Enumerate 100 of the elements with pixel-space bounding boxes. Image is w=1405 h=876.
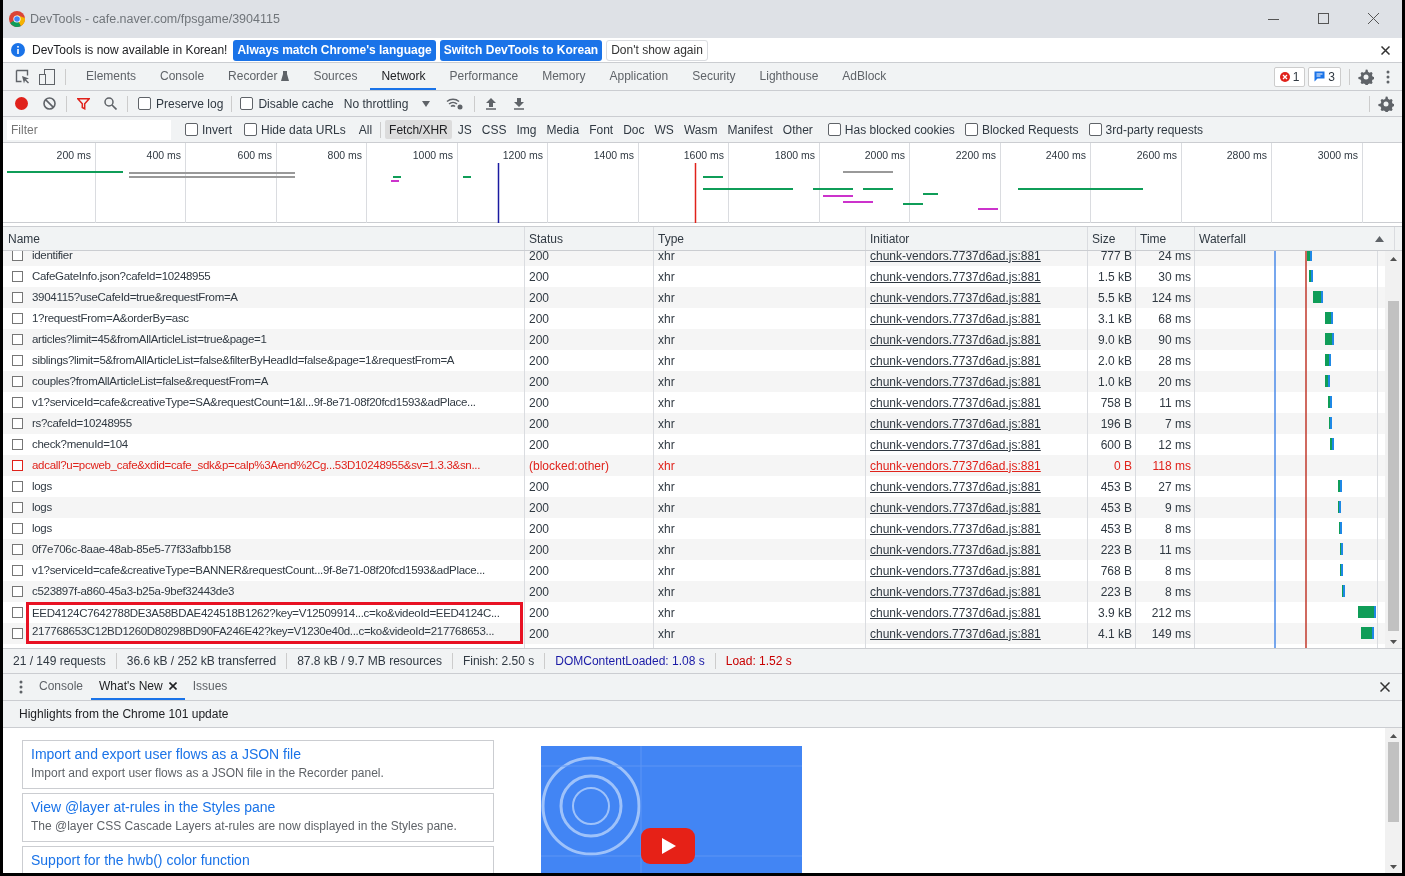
initiator-link[interactable]: chunk-vendors.7737d6ad.js:881: [870, 330, 1041, 349]
initiator-link[interactable]: chunk-vendors.7737d6ad.js:881: [870, 393, 1041, 412]
drawer-tab[interactable]: Console: [31, 674, 92, 700]
error-counter[interactable]: 1: [1273, 66, 1306, 87]
panel-tab[interactable]: Application: [598, 63, 680, 90]
type-filter-button[interactable]: Img: [512, 120, 541, 139]
type-filter-button[interactable]: Other: [778, 120, 817, 139]
initiator-link[interactable]: chunk-vendors.7737d6ad.js:881: [870, 309, 1041, 328]
row-checkbox[interactable]: [12, 418, 23, 429]
device-toolbar-icon[interactable]: [39, 68, 55, 85]
inspect-icon[interactable]: [15, 68, 31, 85]
initiator-link[interactable]: chunk-vendors.7737d6ad.js:881: [870, 540, 1041, 559]
upload-icon[interactable]: [485, 97, 498, 110]
column-header[interactable]: Status: [529, 229, 564, 248]
settings-icon[interactable]: [1358, 68, 1374, 85]
panel-tab[interactable]: Elements: [75, 63, 148, 90]
row-checkbox[interactable]: [12, 271, 23, 282]
checkbox[interactable]: Hide data URLs: [244, 120, 346, 139]
panel-tab[interactable]: Security: [681, 63, 747, 90]
initiator-link[interactable]: chunk-vendors.7737d6ad.js:881: [870, 582, 1041, 601]
drawer-tab[interactable]: Issues: [184, 674, 236, 700]
row-checkbox[interactable]: [12, 355, 23, 366]
row-checkbox[interactable]: [12, 544, 23, 555]
type-filter-button[interactable]: Media: [542, 120, 584, 139]
close-icon[interactable]: [168, 682, 177, 690]
row-checkbox[interactable]: [12, 251, 23, 261]
scroll-down-icon[interactable]: [1390, 865, 1397, 869]
panel-tab[interactable]: AdBlock: [831, 63, 898, 90]
type-filter-button[interactable]: Font: [585, 120, 618, 139]
filter-field[interactable]: Filter: [7, 119, 171, 140]
wifi-settings-icon[interactable]: [446, 97, 465, 110]
row-checkbox[interactable]: [12, 376, 23, 387]
feature-card[interactable]: Import and export user flows as a JSON file Import and export user flows as a JSON file in the Recorder panel.: [22, 740, 494, 789]
initiator-link[interactable]: chunk-vendors.7737d6ad.js:881: [870, 477, 1041, 496]
clear-icon[interactable]: [43, 97, 56, 110]
feature-card[interactable]: Support for the hwb() color function: [22, 846, 494, 873]
feature-title-link[interactable]: Import and export user flows as a JSON file: [31, 745, 485, 763]
close-icon[interactable]: [1381, 45, 1390, 55]
initiator-link[interactable]: chunk-vendors.7737d6ad.js:881: [870, 372, 1041, 391]
type-filter-button[interactable]: All: [354, 120, 377, 139]
close-icon[interactable]: [1380, 682, 1390, 692]
checkbox[interactable]: Blocked Requests: [964, 120, 1079, 139]
row-checkbox[interactable]: [12, 607, 23, 618]
initiator-link[interactable]: chunk-vendors.7737d6ad.js:881: [870, 561, 1041, 580]
initiator-link[interactable]: chunk-vendors.7737d6ad.js:881: [870, 624, 1041, 643]
column-header[interactable]: Name: [8, 229, 40, 248]
row-checkbox[interactable]: [12, 397, 23, 408]
type-filter-button[interactable]: Fetch/XHR: [385, 120, 452, 139]
scrollbar[interactable]: [1385, 251, 1402, 648]
column-header[interactable]: Initiator: [870, 229, 910, 248]
initiator-link[interactable]: chunk-vendors.7737d6ad.js:881: [870, 519, 1041, 538]
throttling-dropdown[interactable]: No throttling: [343, 94, 431, 113]
panel-tab[interactable]: Recorder: [217, 63, 301, 90]
scroll-thumb[interactable]: [1388, 742, 1399, 822]
row-checkbox[interactable]: [12, 439, 23, 450]
column-header[interactable]: Type: [658, 229, 684, 248]
row-checkbox[interactable]: [12, 586, 23, 597]
row-checkbox[interactable]: [12, 565, 23, 576]
row-checkbox[interactable]: [12, 523, 23, 534]
record-icon[interactable]: [15, 97, 28, 110]
settings-icon[interactable]: [1378, 95, 1394, 112]
disable-cache-checkbox[interactable]: Disable cache: [240, 94, 334, 113]
initiator-link[interactable]: chunk-vendors.7737d6ad.js:881: [870, 288, 1041, 307]
sort-ascending-icon[interactable]: [1375, 235, 1384, 242]
checkbox[interactable]: Has blocked cookies: [827, 120, 955, 139]
feature-card[interactable]: View @layer at-rules in the Styles pane The @layer CSS Cascade Layers at-rules are now displayed in the Styles pane.: [22, 793, 494, 842]
row-checkbox[interactable]: [12, 460, 23, 471]
maximize-icon[interactable]: [1318, 13, 1330, 25]
row-checkbox[interactable]: [12, 502, 23, 513]
initiator-link[interactable]: chunk-vendors.7737d6ad.js:881: [870, 456, 1041, 475]
row-checkbox[interactable]: [12, 292, 23, 303]
initiator-link[interactable]: chunk-vendors.7737d6ad.js:881: [870, 267, 1041, 286]
column-header[interactable]: Size: [1092, 229, 1116, 248]
more-options-icon[interactable]: [1386, 69, 1390, 84]
type-filter-button[interactable]: Wasm: [679, 120, 722, 139]
type-filter-button[interactable]: Manifest: [723, 120, 777, 139]
download-icon[interactable]: [513, 97, 526, 110]
panel-tab[interactable]: Memory: [531, 63, 597, 90]
initiator-link[interactable]: chunk-vendors.7737d6ad.js:881: [870, 603, 1041, 622]
type-filter-button[interactable]: Doc: [619, 120, 649, 139]
infobar-button[interactable]: Don't show again: [606, 39, 708, 61]
checkbox[interactable]: Invert: [185, 120, 232, 139]
filter-icon[interactable]: [77, 97, 90, 110]
row-checkbox[interactable]: [12, 313, 23, 324]
panel-tab[interactable]: Performance: [438, 63, 530, 90]
row-checkbox[interactable]: [12, 481, 23, 492]
initiator-link[interactable]: chunk-vendors.7737d6ad.js:881: [870, 498, 1041, 517]
scroll-up-icon[interactable]: [1390, 734, 1397, 738]
type-filter-button[interactable]: WS: [650, 120, 678, 139]
panel-tab[interactable]: Sources: [302, 63, 369, 90]
checkbox[interactable]: 3rd-party requests: [1088, 120, 1203, 139]
initiator-link[interactable]: chunk-vendors.7737d6ad.js:881: [870, 251, 1041, 265]
preserve-log-checkbox[interactable]: Preserve log: [138, 94, 224, 113]
initiator-link[interactable]: chunk-vendors.7737d6ad.js:881: [870, 351, 1041, 370]
message-counter[interactable]: 3: [1308, 66, 1341, 87]
panel-tab[interactable]: Lighthouse: [748, 63, 830, 90]
scrollbar[interactable]: [1385, 728, 1402, 873]
scroll-thumb[interactable]: [1388, 301, 1399, 631]
feature-title-link[interactable]: Support for the hwb() color function: [31, 851, 485, 869]
infobar-button[interactable]: Always match Chrome's language: [233, 39, 436, 61]
